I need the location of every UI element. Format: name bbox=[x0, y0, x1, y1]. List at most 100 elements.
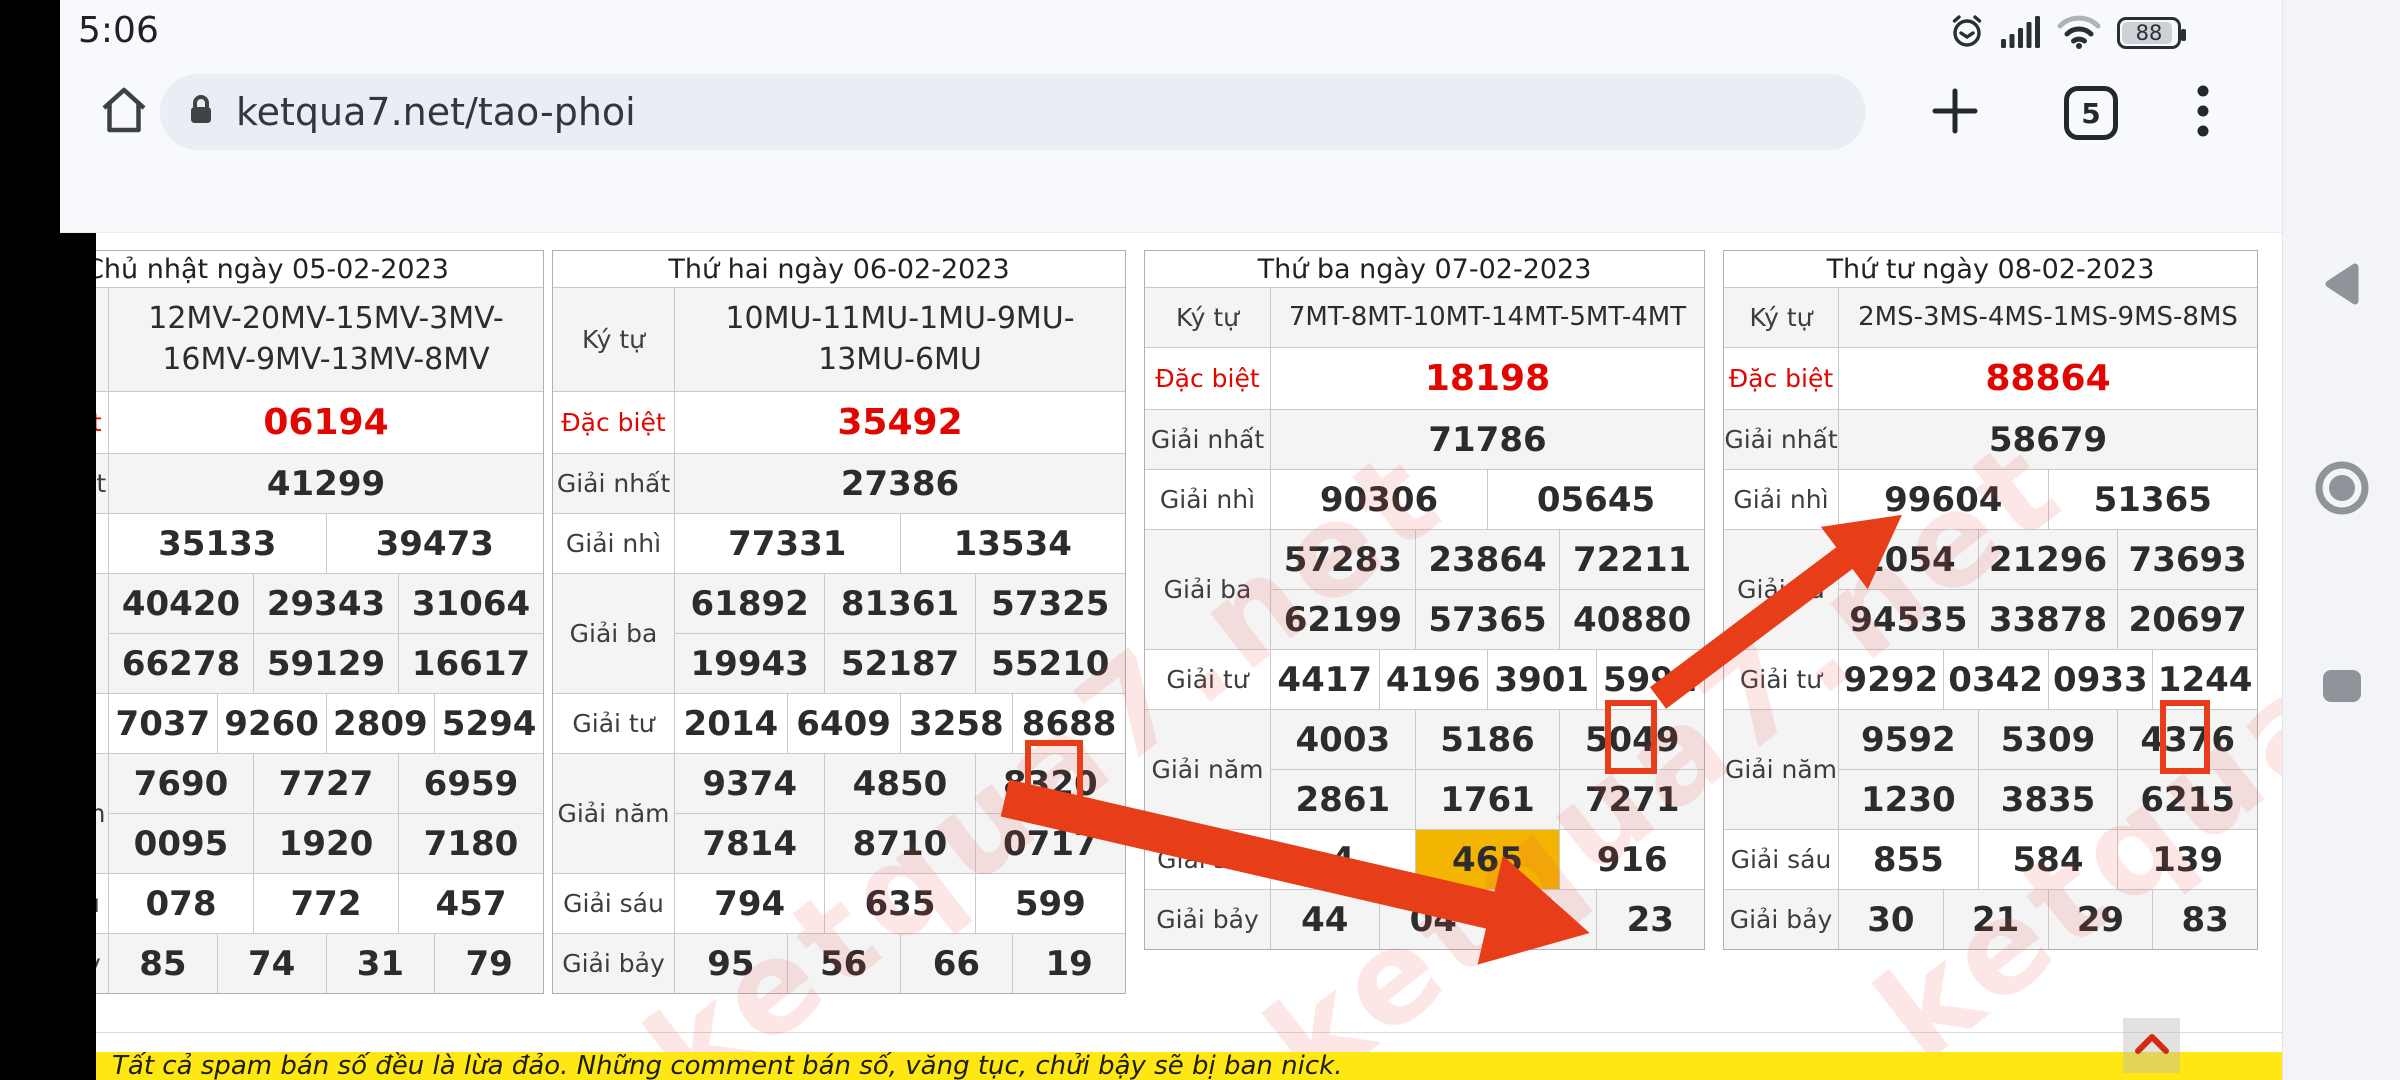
prize-value: 18198 bbox=[1271, 348, 1704, 409]
lottery-results-table-tuesday: Thứ ba ngày 07-02-2023Ký tự7MT-8MT-10MT-… bbox=[1144, 250, 1705, 950]
prize-value: 9260 bbox=[217, 694, 326, 753]
table-date-header: Thứ hai ngày 06-02-2023 bbox=[553, 251, 1125, 287]
tab-count: 5 bbox=[2081, 97, 2100, 130]
prize-value: 21296 bbox=[1978, 530, 2118, 589]
prize-value: 8688 bbox=[1012, 694, 1125, 753]
prize-value: 4376 bbox=[2117, 710, 2257, 769]
prize-value: 13534 bbox=[900, 514, 1126, 573]
page-left-cutoff bbox=[60, 233, 96, 1080]
prize-value: 6215 bbox=[2117, 770, 2257, 829]
browser-menu-button[interactable] bbox=[2188, 84, 2218, 142]
prize-value: 05645 bbox=[1487, 470, 1704, 529]
prize-value: 40420 bbox=[109, 574, 253, 633]
prize-value: 5294 bbox=[434, 694, 543, 753]
row-label-nam: Giải năm bbox=[1145, 710, 1271, 829]
row-label-ba: Giải ba bbox=[553, 574, 675, 693]
page-content: ketqua7.net ketqua7.net ketqua7.net Chủ … bbox=[60, 233, 2282, 1080]
chevron-up-icon bbox=[2133, 1031, 2171, 1061]
row-label-kytu: Ký tự bbox=[1145, 288, 1271, 347]
prize-value: 7271 bbox=[1559, 770, 1704, 829]
row-label-kytu: Ký tự bbox=[1724, 288, 1839, 347]
nav-recents-button[interactable] bbox=[2314, 660, 2370, 716]
prize-value: 55210 bbox=[975, 634, 1125, 693]
prize-value: 5992 bbox=[1596, 650, 1705, 709]
row-label-kytu: Ký tự bbox=[553, 288, 675, 391]
browser-home-button[interactable] bbox=[98, 84, 150, 140]
warning-text: Tất cả spam bán số đều là lừa đảo. Những… bbox=[96, 1052, 1342, 1080]
prize-value: 29 bbox=[2048, 890, 2153, 949]
url-bar[interactable]: ketqua7.net/tao-phoi bbox=[160, 74, 1866, 150]
prize-value: 1244 bbox=[2152, 650, 2257, 709]
row-label-db: Đặc biệt bbox=[1145, 348, 1271, 409]
prize-value: 2MS-3MS-4MS-1MS-9MS-8MS bbox=[1839, 288, 2257, 347]
scroll-to-top-button[interactable] bbox=[2123, 1018, 2180, 1073]
row-label-ba: Giải ba bbox=[1724, 530, 1839, 649]
prize-value: 35133 bbox=[109, 514, 326, 573]
alarm-icon bbox=[1948, 12, 1986, 54]
prize-value: 1230 bbox=[1839, 770, 1978, 829]
prize-value: 30 bbox=[1839, 890, 1943, 949]
prize-value: 44 bbox=[1271, 890, 1379, 949]
prize-value: 83 bbox=[2152, 890, 2257, 949]
row-label-tu: Giải tư bbox=[1724, 650, 1839, 709]
tab-switcher-button[interactable]: 5 bbox=[2064, 86, 2118, 140]
prize-value: 31 bbox=[326, 934, 435, 993]
lottery-results-table-monday: Thứ hai ngày 06-02-2023Ký tự10MU-11MU-1M… bbox=[552, 250, 1126, 994]
prize-value: 6409 bbox=[787, 694, 900, 753]
prize-value: 7MT-8MT-10MT-14MT-5MT-4MT bbox=[1271, 288, 1704, 347]
row-label-sau: Giải sáu bbox=[1145, 830, 1271, 889]
row-label-sau: Giải sáu bbox=[553, 874, 675, 933]
prize-value: 85 bbox=[109, 934, 217, 993]
prize-value: 8710 bbox=[824, 814, 974, 873]
prize-value: 72211 bbox=[1559, 530, 1704, 589]
prize-value: 62199 bbox=[1271, 590, 1415, 649]
prize-value: 51365 bbox=[2048, 470, 2258, 529]
prize-value: 20697 bbox=[2117, 590, 2257, 649]
prize-value: 9374 bbox=[675, 754, 824, 813]
wifi-icon bbox=[2056, 13, 2102, 53]
prize-value: 19 bbox=[1012, 934, 1125, 993]
prize-value: 52187 bbox=[824, 634, 974, 693]
prize-value: 0095 bbox=[109, 814, 253, 873]
prize-value: 33878 bbox=[1978, 590, 2118, 649]
prize-value: 6959 bbox=[398, 754, 543, 813]
nav-back-button[interactable] bbox=[2314, 258, 2370, 314]
row-label-db: Đặc biệt bbox=[1724, 348, 1839, 409]
battery-nub bbox=[2181, 29, 2186, 41]
prize-value: 0342 bbox=[1943, 650, 2048, 709]
prize-value: 9292 bbox=[1839, 650, 1943, 709]
prize-value: 94535 bbox=[1839, 590, 1978, 649]
prize-value: 4003 bbox=[1271, 710, 1415, 769]
home-icon bbox=[99, 84, 149, 140]
prize-value: 79 bbox=[434, 934, 543, 993]
prize-value: 71786 bbox=[1271, 410, 1704, 469]
new-tab-button[interactable] bbox=[1928, 86, 1982, 140]
prize-value: 04 bbox=[1379, 890, 1488, 949]
prize-value: 3835 bbox=[1978, 770, 2118, 829]
prize-value: 2861 bbox=[1271, 770, 1415, 829]
prize-value: 465 bbox=[1415, 830, 1560, 889]
row-label-bay: Giải bảy bbox=[1724, 890, 1839, 949]
recents-square-icon bbox=[2320, 667, 2364, 709]
prize-value: 88864 bbox=[1839, 348, 2257, 409]
prize-value: 1761 bbox=[1415, 770, 1560, 829]
prize-value: 772 bbox=[253, 874, 398, 933]
prize-value: 77331 bbox=[675, 514, 900, 573]
table-date-header: Thứ ba ngày 07-02-2023 bbox=[1145, 251, 1704, 287]
prize-value: 95 bbox=[675, 934, 787, 993]
content-bottom-divider bbox=[96, 1032, 2282, 1033]
prize-value: 4196 bbox=[1379, 650, 1488, 709]
prize-value: 99604 bbox=[1839, 470, 2048, 529]
prize-value: 4850 bbox=[824, 754, 974, 813]
prize-value: 73693 bbox=[2117, 530, 2257, 589]
phone-screen: 5:06 88 ket bbox=[0, 0, 2400, 1080]
row-label-tu: Giải tư bbox=[1145, 650, 1271, 709]
nav-home-button[interactable] bbox=[2314, 462, 2370, 518]
prize-value: 1054 bbox=[1839, 530, 1978, 589]
prize-value: 8320 bbox=[975, 754, 1125, 813]
warning-banner: Tất cả spam bán số đều là lừa đảo. Những… bbox=[96, 1052, 2282, 1080]
prize-value: 7690 bbox=[109, 754, 253, 813]
prize-value: 06194 bbox=[109, 392, 543, 453]
row-label-bay: Giải bảy bbox=[1145, 890, 1271, 949]
row-label-nhat: Giải nhất bbox=[1145, 410, 1271, 469]
